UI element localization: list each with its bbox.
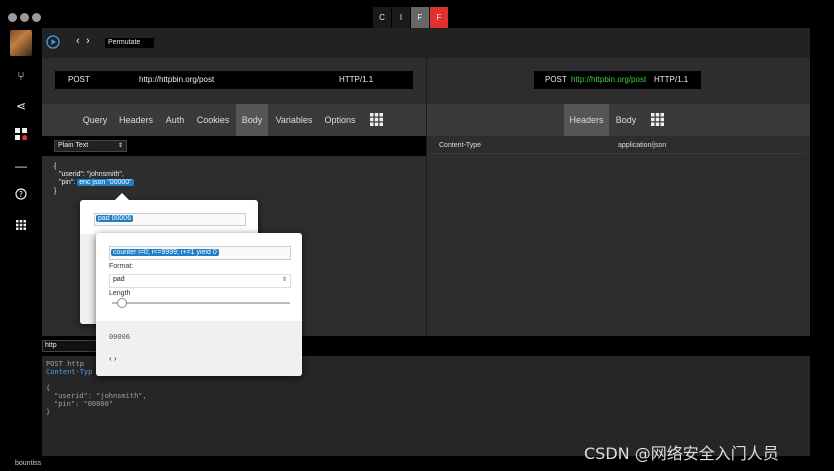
- tab-f1[interactable]: F: [411, 7, 429, 29]
- tab-i[interactable]: I: [392, 7, 410, 29]
- counter-token[interactable]: counter i=0; i<=9999; i+=1 yield 0: [111, 248, 219, 258]
- select-arrows-icon: ⇕: [117, 143, 123, 149]
- fork-icon[interactable]: ⑂: [13, 68, 29, 84]
- tab-c[interactable]: C: [373, 7, 391, 29]
- format-value: pad: [113, 276, 125, 283]
- pad-token-chip[interactable]: pad 00006: [96, 215, 134, 222]
- minimize-window-icon[interactable]: [20, 13, 29, 22]
- raw-line-6: }: [46, 408, 51, 416]
- tab-query[interactable]: Query: [80, 104, 110, 136]
- counter-preview-area: [96, 321, 302, 376]
- tab-headers[interactable]: Headers: [117, 104, 155, 136]
- play-icon[interactable]: [46, 35, 60, 49]
- counter-preview: 00006: [109, 333, 131, 341]
- toolbar: [42, 28, 810, 58]
- length-slider-track[interactable]: [112, 302, 290, 304]
- select-arrows-icon: ⇕: [281, 277, 287, 283]
- popup-pointer: [115, 193, 129, 200]
- dashboard-icon[interactable]: [13, 128, 29, 144]
- raw-line-1: POST http: [46, 360, 84, 368]
- format-label: Format:: [109, 263, 134, 270]
- response-more-icon[interactable]: [651, 113, 664, 131]
- preview-nav[interactable]: ‹ ›: [109, 354, 117, 363]
- body-line-userid: "userid": "johnsmith",: [59, 171, 124, 178]
- request-url[interactable]: http://httpbin.org/post: [139, 75, 214, 84]
- request-protocol[interactable]: HTTP/1.1: [339, 75, 373, 84]
- minus-icon[interactable]: —: [13, 158, 29, 174]
- resp-tab-headers[interactable]: Headers: [564, 104, 609, 136]
- tab-auth[interactable]: Auth: [162, 104, 188, 136]
- maximize-window-icon[interactable]: [32, 13, 41, 22]
- length-slider-thumb[interactable]: [116, 298, 127, 308]
- resp-tab-body[interactable]: Body: [612, 104, 640, 136]
- counter-token-chip[interactable]: counter i=0; i<=9999; i+=1 yield 0: [111, 249, 219, 256]
- popup-counter: counter i=0; i<=9999; i+=1 yield 0 Forma…: [96, 233, 302, 376]
- raw-line-2: Content-Typ: [46, 368, 93, 376]
- request-more-icon[interactable]: [370, 113, 383, 131]
- raw-line-5: "pin": "00000": [54, 400, 114, 408]
- length-label: Length: [109, 290, 131, 297]
- tab-body[interactable]: Body: [236, 104, 268, 136]
- body-close-brace: }: [54, 188, 57, 195]
- status-label: bountiss: [15, 460, 42, 467]
- svg-text:?: ?: [19, 190, 23, 199]
- header-name: Content-Type: [439, 142, 482, 149]
- body-line-pin: "pin": enc json "00000": [59, 179, 134, 186]
- response-method: POST: [545, 75, 567, 84]
- response-headers-panel: [427, 136, 810, 336]
- dynamic-token-enc-json[interactable]: enc json "00000": [77, 179, 134, 186]
- body-open-brace: {: [54, 163, 57, 170]
- sidebar: ⑂ ⋖ — ?: [0, 28, 42, 471]
- nav-forward-button[interactable]: ›: [86, 35, 90, 47]
- raw-line-4: "userid": "johnsmith",: [54, 392, 147, 400]
- share-icon[interactable]: ⋖: [13, 98, 29, 114]
- response-url: http://httpbin.org/post: [571, 75, 647, 84]
- body-format-select[interactable]: Plain Text ⇕: [54, 140, 127, 152]
- permutate-label[interactable]: Permutate: [105, 38, 154, 48]
- tab-variables[interactable]: Variables: [272, 104, 316, 136]
- tab-options[interactable]: Options: [321, 104, 359, 136]
- body-format-value: Plain Text: [58, 142, 89, 149]
- apps-grid-icon[interactable]: [13, 218, 29, 234]
- help-icon[interactable]: ?: [13, 188, 29, 204]
- avatar[interactable]: [10, 30, 32, 56]
- close-window-icon[interactable]: [8, 13, 17, 22]
- response-protocol: HTTP/1.1: [654, 75, 689, 84]
- request-method[interactable]: POST: [68, 75, 90, 84]
- header-value: application/json: [618, 142, 667, 149]
- tab-f2[interactable]: F: [430, 7, 448, 29]
- watermark-text: CSDN @网络安全入门人员: [584, 444, 779, 463]
- raw-filter-input[interactable]: http: [42, 340, 98, 352]
- popup-pad-token[interactable]: pad 00006: [96, 214, 134, 224]
- nav-back-button[interactable]: ‹: [76, 35, 80, 47]
- raw-line-3: {: [46, 384, 51, 392]
- format-select[interactable]: pad ⇕: [109, 274, 291, 288]
- tab-cookies[interactable]: Cookies: [194, 104, 232, 136]
- body-pin-key: "pin":: [59, 179, 78, 186]
